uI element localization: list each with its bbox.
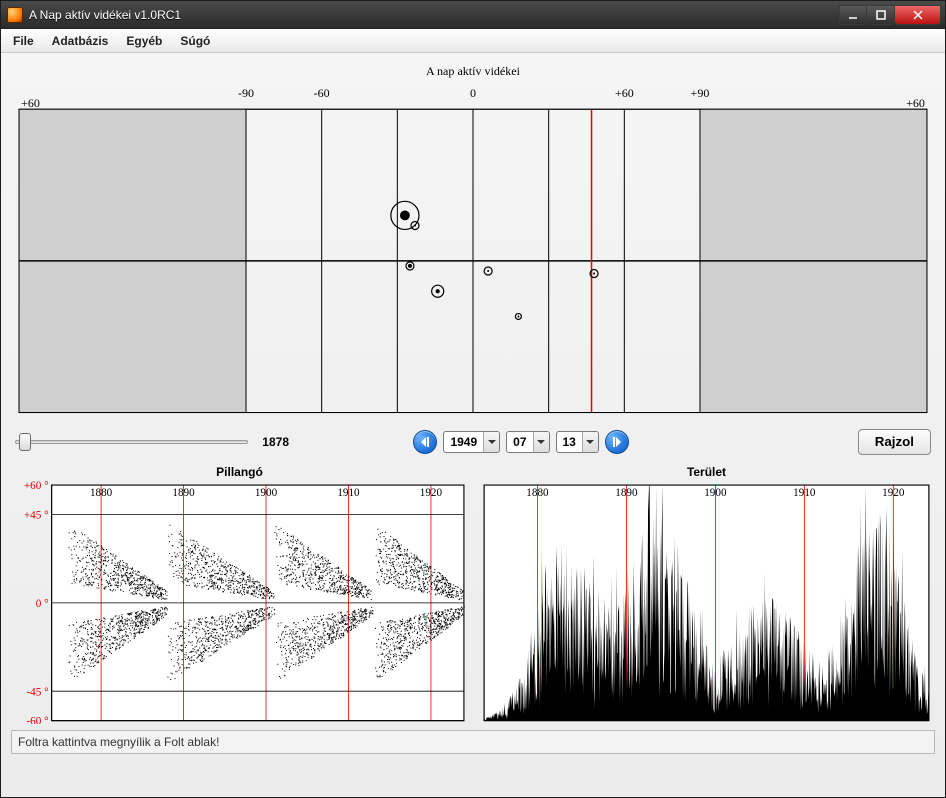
client-area: A nap aktív vidékei -90 -60 0 +60 +90 +60 +60 -6… [1, 53, 945, 797]
svg-text:+60: +60 [21, 96, 40, 110]
month-value: 07 [507, 435, 532, 449]
butterfly-chart[interactable]: Pillangó 1880 1890 1900 1910 1920 +60 ° +45 ° 0… [11, 463, 468, 725]
menu-help[interactable]: Súgó [172, 31, 218, 51]
svg-text:A nap aktív vidékei: A nap aktív vidékei [426, 64, 521, 78]
minimize-button[interactable] [839, 5, 867, 25]
svg-text:+45 °: +45 ° [24, 509, 49, 521]
titlebar: A Nap aktív vidékei v1.0RC1 [1, 1, 945, 29]
svg-text:+90: +90 [691, 86, 710, 100]
solar-map[interactable]: A nap aktív vidékei-90-600+60+90+60+60-6… [11, 59, 935, 421]
svg-text:+60 °: +60 ° [24, 481, 49, 492]
window-buttons [839, 5, 941, 25]
close-button[interactable] [895, 5, 941, 25]
area-chart[interactable]: Terület 18801890190019101920 [478, 463, 935, 725]
menu-db[interactable]: Adatbázis [44, 31, 117, 51]
svg-text:0 °: 0 ° [36, 597, 49, 609]
slider-value: 1878 [256, 435, 295, 449]
butterfly-title: Pillangó [11, 463, 468, 481]
slider-thumb[interactable] [19, 433, 31, 451]
chevron-down-icon[interactable] [483, 432, 499, 452]
area-title: Terület [478, 463, 935, 481]
svg-text:-60 °: -60 ° [26, 715, 48, 724]
slider-track[interactable] [15, 431, 248, 453]
day-value: 13 [557, 435, 582, 449]
app-icon [7, 7, 23, 23]
day-select[interactable]: 13 [556, 431, 599, 453]
svg-text:+60: +60 [615, 86, 634, 100]
maximize-button[interactable] [867, 5, 895, 25]
svg-text:1900: 1900 [255, 487, 278, 499]
year-value: 1949 [444, 435, 483, 449]
svg-text:+60: +60 [906, 96, 925, 110]
menu-other[interactable]: Egyéb [118, 31, 170, 51]
svg-text:0: 0 [470, 86, 476, 100]
prev-button[interactable] [413, 430, 437, 454]
chevron-down-icon[interactable] [533, 432, 549, 452]
svg-text:-90: -90 [238, 86, 254, 100]
svg-text:1880: 1880 [90, 487, 113, 499]
next-button[interactable] [605, 430, 629, 454]
draw-button[interactable]: Rajzol [858, 429, 931, 455]
menubar: File Adatbázis Egyéb Súgó [1, 29, 945, 53]
svg-text:-45 °: -45 ° [26, 686, 48, 698]
bottom-charts: Pillangó 1880 1890 1900 1910 1920 +60 ° +45 ° 0… [11, 463, 935, 725]
year-select[interactable]: 1949 [443, 431, 500, 453]
app-window: A Nap aktív vidékei v1.0RC1 File Adatbáz… [0, 0, 946, 798]
time-slider[interactable]: 1878 [15, 431, 295, 453]
svg-text:-60: -60 [314, 86, 330, 100]
chevron-down-icon[interactable] [582, 432, 598, 452]
month-select[interactable]: 07 [506, 431, 549, 453]
playback-row: 1878 1949 07 13 [11, 427, 935, 457]
svg-text:1910: 1910 [337, 487, 360, 499]
window-title: A Nap aktív vidékei v1.0RC1 [29, 8, 839, 22]
menu-file[interactable]: File [5, 31, 42, 51]
svg-text:1920: 1920 [420, 487, 443, 499]
svg-text:1890: 1890 [172, 487, 195, 499]
status-bar: Foltra kattintva megnyílik a Folt ablak! [11, 730, 935, 754]
